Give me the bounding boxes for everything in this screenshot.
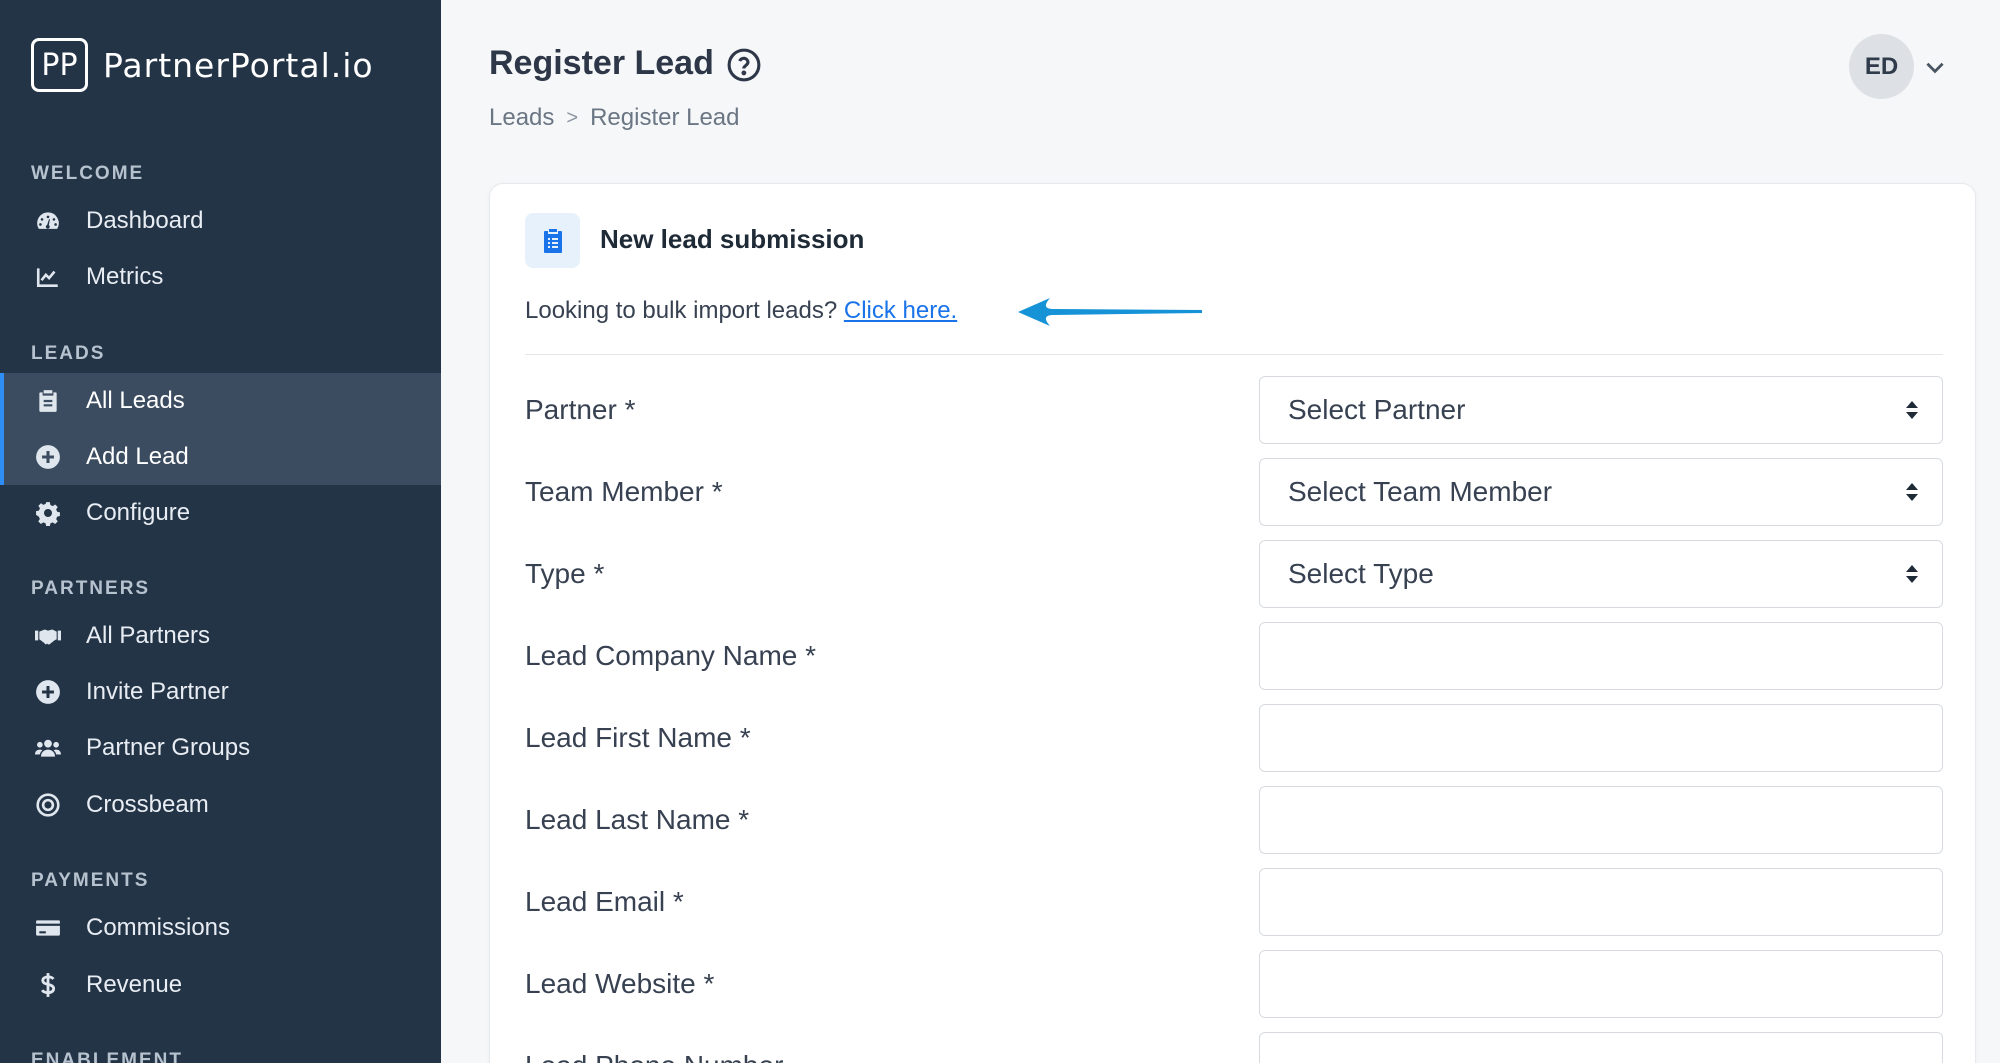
arrow-left-annotation-icon (1018, 298, 1202, 326)
sidebar-item-label: Revenue (86, 971, 183, 998)
avatar[interactable]: ED (1849, 34, 1914, 99)
sort-arrows-icon (1906, 483, 1918, 501)
field-label-company-name: Lead Company Name * (525, 640, 817, 671)
sidebar-item-metrics[interactable]: Metrics (0, 249, 441, 305)
sidebar-item-commissions[interactable]: Commissions (0, 900, 441, 956)
team-member-select[interactable]: Select Team Member (1259, 458, 1943, 526)
breadcrumb: Leads > Register Lead (489, 104, 740, 132)
type-select[interactable]: Select Type (1259, 540, 1943, 608)
page-title: Register Lead (489, 44, 714, 82)
bulk-import-text: Looking to bulk import leads? (525, 297, 838, 324)
sort-arrows-icon (1906, 401, 1918, 419)
field-label-website: Lead Website * (525, 968, 715, 999)
team-member-select-value: Select Team Member (1288, 476, 1553, 507)
bulk-import-link[interactable]: Click here. (844, 297, 957, 324)
company-name-input[interactable] (1259, 622, 1943, 690)
sidebar-item-label: All Partners (86, 622, 211, 649)
gauge-icon (33, 206, 63, 236)
clipboard-list-icon (525, 213, 580, 268)
sidebar-item-label: Configure (86, 499, 191, 526)
sidebar-item-all-leads[interactable]: All Leads (0, 373, 441, 429)
field-label-type: Type * (525, 558, 605, 589)
sidebar-item-invite-partner[interactable]: Invite Partner (0, 664, 441, 720)
sidebar-item-label: Commissions (86, 914, 231, 941)
plus-circle-icon (33, 677, 63, 707)
plus-circle-icon (33, 442, 63, 472)
sidebar-item-revenue[interactable]: Revenue (0, 957, 441, 1013)
first-name-input[interactable] (1259, 704, 1943, 772)
gear-icon (33, 498, 63, 528)
last-name-input[interactable] (1259, 786, 1943, 854)
sidebar-item-dashboard[interactable]: Dashboard (0, 193, 441, 249)
field-label-team-member: Team Member * (525, 476, 723, 507)
section-label-leads: LEADS (31, 343, 106, 364)
lead-form-card: New lead submission Looking to bulk impo… (489, 183, 1976, 1063)
brand-name: PartnerPortal.io (103, 45, 374, 85)
field-label-partner: Partner * (525, 394, 636, 425)
breadcrumb-leads[interactable]: Leads (489, 104, 554, 132)
line-chart-icon (33, 262, 63, 292)
card-title: New lead submission (600, 224, 865, 254)
section-label-welcome: WELCOME (31, 163, 145, 184)
section-label-enablement: ENABLEMENT (31, 1050, 183, 1063)
sidebar-item-crossbeam[interactable]: Crossbeam (0, 777, 441, 833)
sidebar: PP PartnerPortal.io WELCOME Dashboard Me… (0, 0, 441, 1063)
field-label-first-name: Lead First Name * (525, 722, 751, 753)
dollar-icon (33, 970, 63, 1000)
field-label-email: Lead Email * (525, 886, 684, 917)
type-select-value: Select Type (1288, 558, 1434, 589)
bulk-import-line: Looking to bulk import leads? Click here… (525, 297, 957, 325)
sidebar-item-label: Metrics (86, 263, 164, 290)
sidebar-item-label: Add Lead (86, 443, 189, 470)
brand-logo: PP (31, 38, 88, 92)
clipboard-icon (33, 386, 63, 416)
divider (525, 354, 1943, 355)
breadcrumb-current: Register Lead (590, 104, 740, 131)
help-icon[interactable] (727, 48, 761, 82)
sidebar-item-label: Invite Partner (86, 678, 229, 705)
sidebar-item-label: Partner Groups (86, 734, 251, 761)
handshake-icon (33, 621, 63, 651)
partner-select-value: Select Partner (1288, 394, 1466, 425)
sidebar-item-label: Dashboard (86, 207, 204, 234)
website-input[interactable] (1259, 950, 1943, 1018)
field-label-phone: Lead Phone Number (525, 1050, 783, 1063)
sidebar-item-add-lead[interactable]: Add Lead (0, 429, 441, 485)
phone-input[interactable] (1259, 1032, 1943, 1063)
chevron-down-icon[interactable] (1922, 54, 1948, 80)
sidebar-item-label: All Leads (86, 387, 185, 414)
breadcrumb-separator: > (566, 106, 579, 129)
sidebar-item-label: Crossbeam (86, 791, 209, 818)
users-icon (33, 733, 63, 763)
section-label-payments: PAYMENTS (31, 870, 150, 891)
sort-arrows-icon (1906, 565, 1918, 583)
sidebar-item-configure[interactable]: Configure (0, 485, 441, 541)
section-label-partners: PARTNERS (31, 578, 151, 599)
brand[interactable]: PP PartnerPortal.io (31, 38, 374, 92)
partner-select[interactable]: Select Partner (1259, 376, 1943, 444)
credit-card-icon (33, 913, 63, 943)
target-icon (33, 790, 63, 820)
sidebar-item-partner-groups[interactable]: Partner Groups (0, 720, 441, 776)
email-input[interactable] (1259, 868, 1943, 936)
field-label-last-name: Lead Last Name * (525, 804, 750, 835)
sidebar-item-all-partners[interactable]: All Partners (0, 608, 441, 664)
